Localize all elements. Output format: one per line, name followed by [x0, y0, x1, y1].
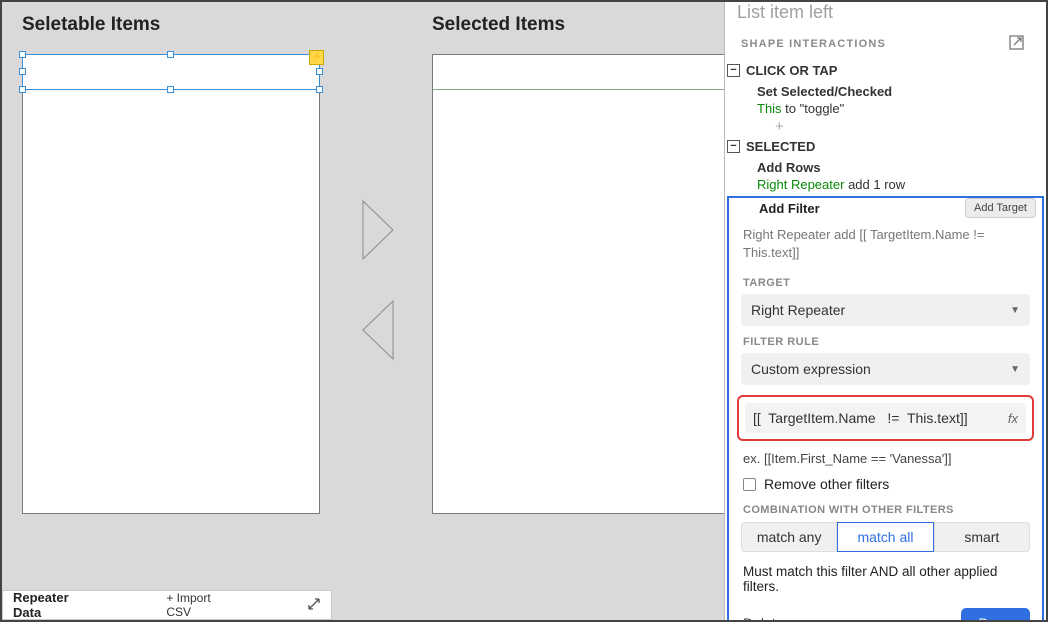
- add-action-icon[interactable]: +: [727, 118, 1034, 135]
- chevron-down-icon: ▼: [1010, 305, 1020, 316]
- chevron-down-icon: ▼: [1010, 364, 1020, 375]
- action-add-filter[interactable]: Add Filter: [759, 201, 820, 216]
- collapse-panel-icon[interactable]: [307, 597, 321, 614]
- target-right-repeater: Right Repeater: [757, 177, 844, 192]
- collapse-toggle-icon[interactable]: −: [727, 140, 740, 153]
- target-dropdown-value: Right Repeater: [751, 302, 845, 318]
- remove-other-filters-checkbox[interactable]: [743, 478, 756, 491]
- filter-rule-value: Custom expression: [751, 361, 871, 377]
- resize-handle[interactable]: [19, 51, 26, 58]
- move-left-arrow-icon[interactable]: [359, 297, 399, 363]
- repeater-data-title: Repeater Data: [13, 590, 86, 620]
- segment-match-all[interactable]: match all: [837, 522, 933, 552]
- segment-match-any[interactable]: match any: [741, 522, 837, 552]
- delete-link[interactable]: Delete: [743, 615, 783, 620]
- combination-label: COMBINATION WITH OTHER FILTERS: [729, 502, 1042, 522]
- event-selected[interactable]: SELECTED: [746, 139, 815, 154]
- open-external-icon[interactable]: [1009, 35, 1024, 53]
- filter-summary-text: Right Repeater add [[ TargetItem.Name !=…: [729, 222, 1042, 267]
- resize-handle[interactable]: [19, 68, 26, 75]
- action-add-rows[interactable]: Add Rows: [757, 160, 821, 175]
- resize-handle[interactable]: [167, 86, 174, 93]
- selection-rectangle[interactable]: ⚡: [22, 54, 320, 90]
- left-column-title: Seletable Items: [22, 14, 160, 36]
- resize-handle[interactable]: [167, 51, 174, 58]
- selectable-items-box[interactable]: [22, 54, 320, 514]
- collapse-toggle-icon[interactable]: −: [727, 64, 740, 77]
- combination-segmented-control: match any match all smart: [741, 522, 1030, 552]
- filter-editor: Add Filter Add Target Right Repeater add…: [727, 196, 1044, 620]
- selected-widget-name: List item left: [727, 2, 1034, 29]
- event-click-or-tap[interactable]: CLICK OR TAP: [746, 63, 837, 78]
- expression-text: [[ TargetItem.Name != This.text]]: [753, 410, 1008, 426]
- expression-input[interactable]: [[ TargetItem.Name != This.text]] fx: [745, 403, 1026, 433]
- import-csv-button[interactable]: + Import CSV: [166, 591, 227, 619]
- selected-header-row: [433, 55, 724, 90]
- fx-icon[interactable]: fx: [1008, 411, 1018, 426]
- segment-smart[interactable]: smart: [934, 522, 1030, 552]
- resize-handle[interactable]: [316, 86, 323, 93]
- selected-items-box[interactable]: [432, 54, 724, 514]
- combination-description: Must match this filter AND all other app…: [729, 552, 1042, 602]
- add-rows-rest: add 1 row: [844, 177, 905, 192]
- target-dropdown[interactable]: Right Repeater ▼: [741, 294, 1030, 326]
- add-target-button[interactable]: Add Target: [965, 198, 1036, 218]
- repeater-data-bar: Repeater Data + Import CSV: [2, 590, 332, 620]
- remove-other-filters-label: Remove other filters: [764, 476, 889, 492]
- shape-interactions-heading: SHAPE INTERACTIONS: [741, 38, 886, 50]
- done-button[interactable]: Done: [961, 608, 1030, 620]
- filter-rule-dropdown[interactable]: Custom expression ▼: [741, 353, 1030, 385]
- move-right-arrow-icon[interactable]: [359, 197, 399, 263]
- filter-rule-label: FILTER RULE: [729, 326, 1042, 353]
- expression-example: ex. [[Item.First_Name == 'Vanessa']]: [729, 445, 1042, 476]
- right-column-title: Selected Items: [432, 14, 565, 36]
- target-label: TARGET: [729, 267, 1042, 294]
- interaction-bolt-icon[interactable]: ⚡: [309, 50, 324, 65]
- action-arg-text: to "toggle": [782, 101, 845, 116]
- canvas-area[interactable]: Seletable Items Selected Items ⚡ Repeate…: [2, 2, 724, 620]
- resize-handle[interactable]: [19, 86, 26, 93]
- target-this: This: [757, 101, 782, 116]
- action-set-selected[interactable]: Set Selected/Checked: [757, 84, 892, 99]
- resize-handle[interactable]: [316, 68, 323, 75]
- interactions-panel: List item left SHAPE INTERACTIONS − CLIC…: [724, 2, 1046, 620]
- expression-highlight: [[ TargetItem.Name != This.text]] fx: [737, 395, 1034, 441]
